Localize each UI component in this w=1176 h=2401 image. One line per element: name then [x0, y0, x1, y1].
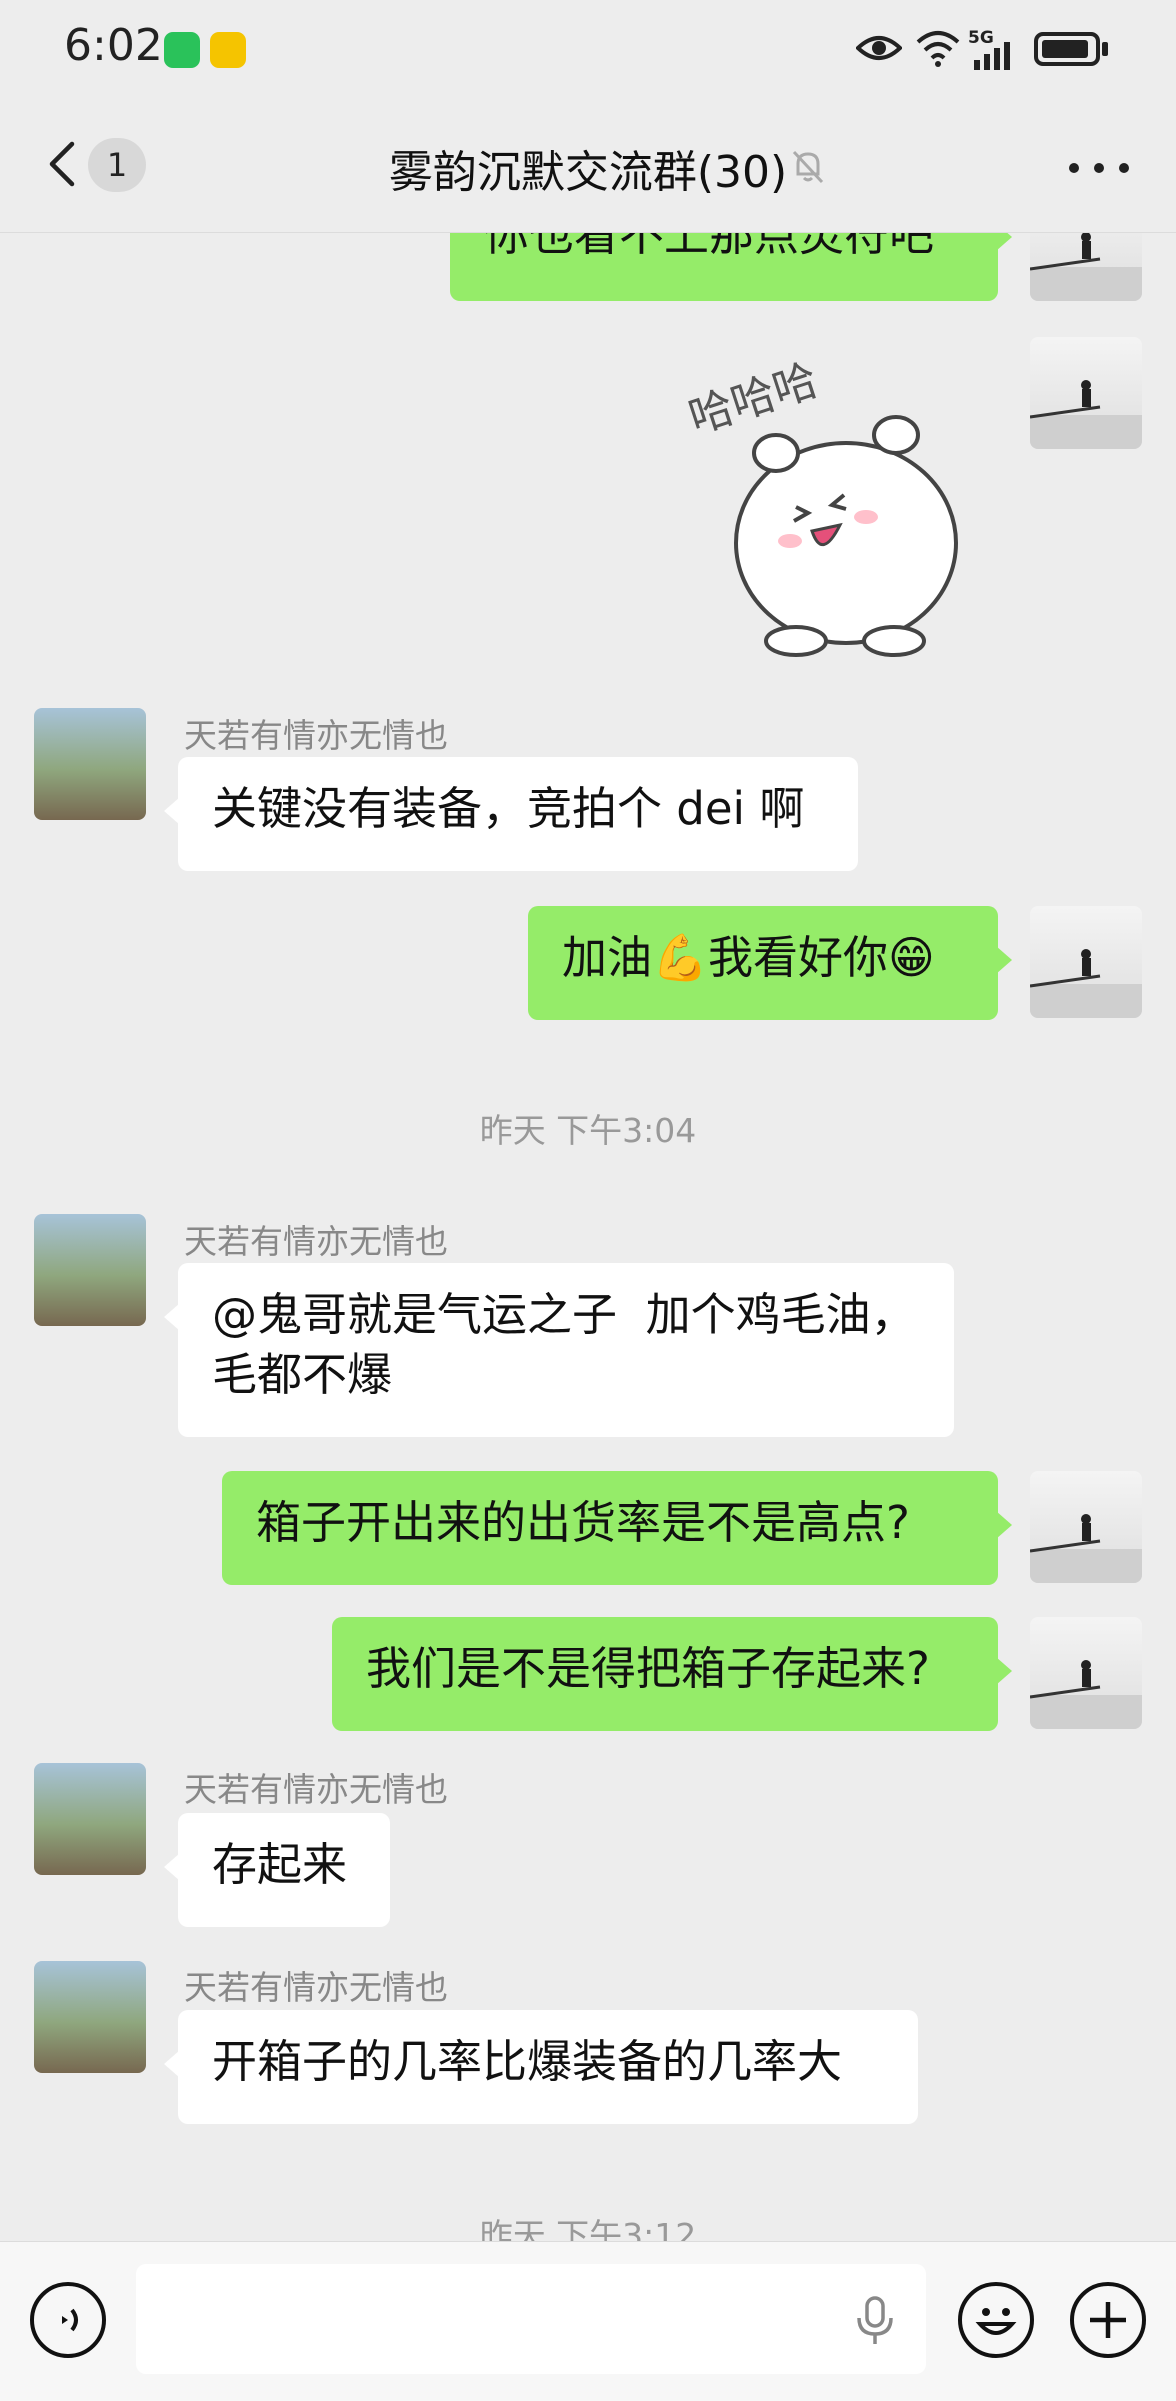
- wechat-notification-icon: [164, 32, 200, 68]
- outgoing-message-bubble[interactable]: 我们是不是得把箱子存起来?: [332, 1617, 1012, 1731]
- incoming-message-bubble[interactable]: 存起来: [164, 1813, 390, 1927]
- incoming-message-bubble[interactable]: 关键没有装备，竞拍个 dei 啊: [164, 757, 858, 871]
- self-avatar[interactable]: [1030, 337, 1142, 449]
- plus-button[interactable]: [1070, 2282, 1146, 2358]
- status-time: 6:02: [64, 20, 163, 71]
- emoji-button[interactable]: [958, 2282, 1034, 2358]
- laughing-sticker[interactable]: 哈哈哈: [676, 343, 976, 663]
- signal-icon: [974, 42, 1010, 70]
- emoji-icon: [975, 2308, 1017, 2335]
- incoming-message-bubble[interactable]: @鬼哥就是气运之子 加个鸡毛油， 毛都不爆: [164, 1263, 954, 1437]
- sender-name: 天若有情亦无情也: [184, 1770, 448, 1809]
- voice-icon: [62, 2308, 78, 2332]
- timestamp: 昨天 下午3:04: [479, 1111, 697, 1150]
- voice-button[interactable]: [30, 2282, 106, 2358]
- outgoing-message-bubble[interactable]: 箱子开出来的出货率是不是高点?: [222, 1471, 1012, 1585]
- incoming-message-bubble[interactable]: 开箱子的几率比爆装备的几率大: [164, 2010, 918, 2124]
- outgoing-message-bubble[interactable]: 加油💪我看好你😁: [528, 906, 1012, 1020]
- battery-tip: [1102, 42, 1108, 56]
- message-input[interactable]: [136, 2264, 926, 2374]
- bear-sticker-icon: [734, 415, 958, 657]
- microphone-icon[interactable]: [854, 2296, 896, 2346]
- member-avatar[interactable]: [34, 1214, 146, 1326]
- self-avatar[interactable]: [1030, 1471, 1142, 1583]
- unread-count-badge[interactable]: 1: [88, 138, 146, 192]
- self-avatar[interactable]: [1030, 1617, 1142, 1729]
- plus-icon: [1090, 2302, 1126, 2338]
- sender-name: 天若有情亦无情也: [184, 716, 448, 755]
- more-icon[interactable]: [1064, 150, 1134, 186]
- self-avatar[interactable]: [1030, 906, 1142, 1018]
- self-avatar[interactable]: [1030, 233, 1142, 301]
- chat-header: [0, 100, 1176, 233]
- message-list[interactable]: 你也看不上那点灵符吧 哈哈哈 天若有情亦无情也 关键没有装备，竞拍个 dei 啊…: [0, 233, 1176, 2241]
- eye-icon: [856, 36, 902, 60]
- timestamp: 昨天 下午3:12: [479, 2216, 697, 2241]
- sender-name: 天若有情亦无情也: [184, 1968, 448, 2007]
- back-icon[interactable]: [40, 140, 88, 188]
- app-notification-icon: [210, 32, 246, 68]
- sender-name: 天若有情亦无情也: [184, 1222, 448, 1261]
- member-avatar[interactable]: [34, 708, 146, 820]
- outgoing-message-bubble[interactable]: 你也看不上那点灵符吧: [450, 233, 1012, 301]
- member-avatar[interactable]: [34, 1961, 146, 2073]
- battery-icon: [1034, 32, 1100, 66]
- mute-bell-icon: [792, 150, 824, 184]
- member-avatar[interactable]: [34, 1763, 146, 1875]
- wifi-icon: [916, 31, 960, 67]
